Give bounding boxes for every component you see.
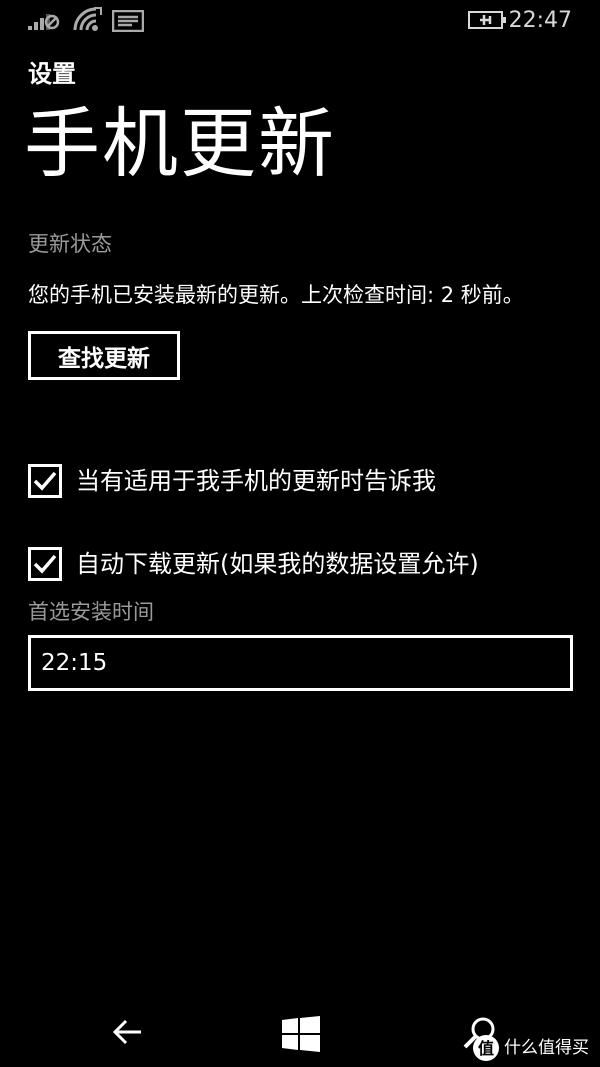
auto-download-label: 自动下载更新(如果我的数据设置允许) bbox=[76, 550, 479, 578]
notify-updates-checkbox[interactable] bbox=[28, 464, 62, 498]
notify-updates-option[interactable]: 当有适用于我手机的更新时告诉我 bbox=[28, 461, 436, 501]
windows-icon[interactable] bbox=[282, 1016, 320, 1056]
install-time-label: 首选安装时间 bbox=[28, 600, 154, 624]
check-for-updates-button[interactable]: 查找更新 bbox=[28, 331, 180, 380]
back-icon[interactable] bbox=[112, 1018, 144, 1050]
status-time: 22:47 bbox=[508, 8, 572, 33]
message-icon bbox=[111, 9, 145, 36]
page-title: 手机更新 bbox=[24, 99, 336, 188]
app-title: 设置 bbox=[28, 60, 76, 88]
watermark-text: 什么值得买 bbox=[504, 1038, 589, 1058]
watermark-logo-icon: 值 bbox=[472, 1034, 500, 1066]
auto-download-checkbox[interactable] bbox=[28, 547, 62, 581]
signal-icon bbox=[28, 10, 62, 36]
wifi-icon bbox=[72, 6, 104, 36]
checkmark-icon bbox=[33, 554, 57, 574]
checkmark-icon bbox=[33, 471, 57, 491]
install-time-field[interactable] bbox=[28, 635, 573, 691]
notify-updates-label: 当有适用于我手机的更新时告诉我 bbox=[76, 467, 436, 495]
battery-charging-icon bbox=[468, 9, 508, 35]
status-bar: 22:47 bbox=[0, 0, 600, 40]
update-status-text: 您的手机已安装最新的更新。上次检查时间: 2 秒前。 bbox=[28, 283, 524, 307]
auto-download-option[interactable]: 自动下载更新(如果我的数据设置允许) bbox=[28, 544, 479, 584]
update-status-label: 更新状态 bbox=[28, 232, 112, 256]
svg-text:值: 值 bbox=[478, 1039, 494, 1058]
